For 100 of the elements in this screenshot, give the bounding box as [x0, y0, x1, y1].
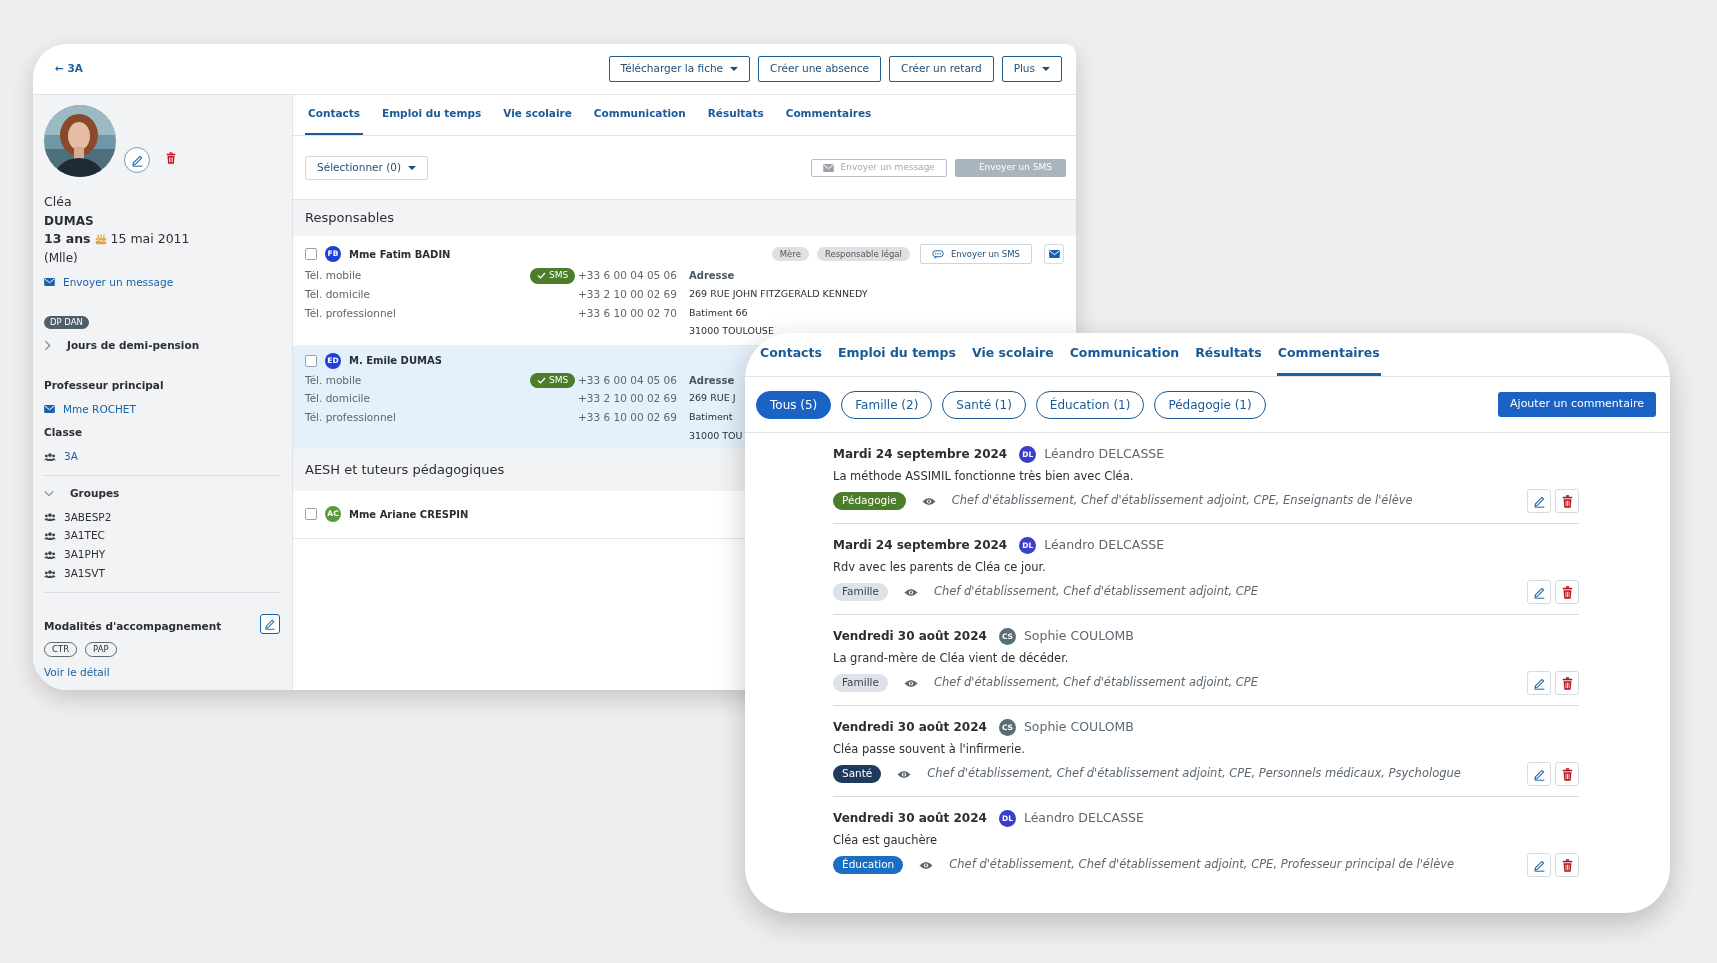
trash-icon	[1561, 858, 1573, 872]
comment-text: Cléa passe souvent à l'infirmerie.	[833, 740, 1026, 758]
regime-badge: DP DAN	[44, 316, 89, 329]
tab[interactable]: Résultats	[1194, 333, 1263, 376]
phone-label: Tél. domicile	[305, 286, 370, 302]
section-heading: Classe	[44, 425, 83, 441]
address-line: 31000 TOU	[689, 428, 743, 443]
filter-chip[interactable]: Santé (1)	[942, 390, 1026, 419]
class-link[interactable]: 3A	[64, 449, 78, 465]
phone-number: +33 6 00 04 05 06	[578, 372, 677, 388]
tab[interactable]: Commentaires	[1276, 333, 1381, 376]
age: 13 ans	[44, 229, 91, 248]
details-link[interactable]: Voir le détail	[44, 665, 280, 681]
comment-text: Rdv avec les parents de Cléa ce jour.	[833, 558, 1047, 576]
expand-toggle[interactable]	[44, 340, 51, 352]
checkbox[interactable]	[305, 354, 317, 367]
visibility-text: Chef d'établissement, Chef d'établissement adjoint, CPE, Personnels médicaux, Psychologue	[927, 765, 1461, 783]
author-name: Sophie COULOMB	[1023, 627, 1134, 645]
expand-toggle[interactable]	[44, 490, 54, 498]
phone-label: Tél. professionnel	[305, 410, 396, 425]
tab[interactable]: Vie scolaire	[971, 333, 1055, 376]
pencil-icon	[1532, 676, 1546, 690]
send-sms-button[interactable]: Envoyer un SMS	[919, 244, 1032, 264]
phone-number: +33 2 10 00 02 69	[578, 391, 677, 407]
add-comment-button[interactable]: Ajouter un commentaire	[1498, 392, 1656, 417]
check-icon	[537, 272, 546, 280]
checkbox[interactable]	[305, 248, 317, 260]
visibility-text: Chef d'établissement, Chef d'établissement adjoint, CPE, Professeur principal de l'élève	[949, 856, 1455, 874]
address-heading: Adresse	[689, 269, 735, 283]
chevron-right-icon	[44, 340, 51, 352]
author-name: Léandro DELCASSE	[1044, 536, 1165, 554]
category-tag: Famille	[833, 674, 888, 692]
pencil-icon	[264, 618, 276, 631]
category-tag: Pédagogie	[833, 492, 906, 510]
tab[interactable]: Communication	[1068, 333, 1181, 376]
eye-icon	[903, 678, 918, 688]
section-title: Responsables	[293, 200, 1076, 236]
tab[interactable]: Vie scolaire	[500, 95, 575, 135]
visibility-text: Chef d'établissement, Chef d'établissement adjoint, CPE	[933, 674, 1259, 692]
group-name: 3A1SVT	[64, 565, 105, 581]
envelope-icon	[822, 163, 834, 172]
edit-button[interactable]	[260, 614, 280, 635]
trash-icon	[1561, 585, 1573, 599]
delete-button[interactable]	[1555, 580, 1579, 604]
trash-icon	[166, 151, 176, 164]
filter-chip[interactable]: Pédagogie (1)	[1154, 390, 1266, 419]
tab[interactable]: Contacts	[305, 95, 363, 135]
select-dropdown[interactable]: Sélectionner (0)	[305, 155, 429, 180]
envelope-icon	[44, 278, 55, 287]
trash-icon	[1561, 494, 1573, 508]
tab[interactable]: Commentaires	[782, 95, 875, 135]
action-button[interactable]: Créer une absence	[758, 56, 882, 82]
delete-button[interactable]	[1555, 762, 1579, 786]
phone-number: +33 2 10 00 02 69	[578, 286, 677, 302]
dropdown-button[interactable]: Plus	[1001, 56, 1062, 82]
message-link[interactable]: Envoyer un message	[63, 274, 174, 291]
tab[interactable]: Emploi du temps	[379, 95, 485, 135]
envelope-icon	[1048, 250, 1060, 258]
comment-text: Cléa est gauchère	[833, 831, 939, 849]
comment-text: La grand-mère de Cléa vient de décéder.	[833, 649, 1070, 667]
filter-chip[interactable]: Éducation (1)	[1035, 390, 1145, 419]
email-button[interactable]	[1044, 244, 1064, 264]
tab[interactable]: Emploi du temps	[836, 333, 957, 376]
pencil-icon	[1532, 858, 1546, 872]
delete-button[interactable]	[1555, 489, 1579, 513]
visibility-text: Chef d'établissement, Chef d'établissement adjoint, CPE, Enseignants de l'élève	[951, 492, 1413, 510]
tab[interactable]: Résultats	[704, 95, 767, 135]
teacher-link[interactable]: Mme ROCHET	[63, 401, 136, 418]
category-tag: Éducation	[833, 856, 904, 874]
section-heading: Groupes	[70, 485, 120, 501]
delete-button[interactable]	[1555, 671, 1579, 695]
filter-chip[interactable]: Tous (5)	[756, 390, 832, 419]
back-link[interactable]: ← 3A	[55, 61, 83, 77]
address-line: 269 RUE JOHN FITZGERALD KENNEDY	[689, 286, 868, 301]
trash-icon	[1561, 767, 1573, 781]
eye-icon	[919, 860, 934, 870]
address-heading: Adresse	[689, 373, 735, 388]
chevron-down-icon	[44, 490, 54, 498]
contact-name: Mme Fatim BADIN	[349, 247, 451, 262]
eye-icon	[921, 496, 936, 506]
contact-name: M. Emile DUMAS	[349, 354, 442, 368]
check-icon	[537, 376, 546, 384]
delete-button[interactable]	[1555, 853, 1579, 877]
tab[interactable]: Communication	[590, 95, 689, 135]
section-heading: Modalités d'accompagnement	[44, 618, 222, 634]
sms-badge: SMS	[530, 268, 576, 284]
edit-button[interactable]	[124, 147, 150, 173]
phone-label: Tél. professionnel	[305, 305, 396, 321]
address-line: Batiment 66	[689, 305, 748, 320]
caret-icon	[408, 165, 417, 170]
people-icon	[44, 569, 56, 578]
category-tag: Famille	[833, 583, 888, 601]
checkbox[interactable]	[305, 508, 317, 520]
comment-date: Vendredi 30 août 2024	[833, 719, 987, 737]
phone-label: Tél. domicile	[305, 391, 370, 407]
filter-chip[interactable]: Famille (2)	[841, 390, 933, 419]
action-button[interactable]: Créer un retard	[889, 56, 994, 82]
trash-icon	[1561, 676, 1573, 690]
dropdown-button[interactable]: Télécharger la fiche	[608, 56, 751, 82]
eye-icon	[903, 587, 918, 597]
